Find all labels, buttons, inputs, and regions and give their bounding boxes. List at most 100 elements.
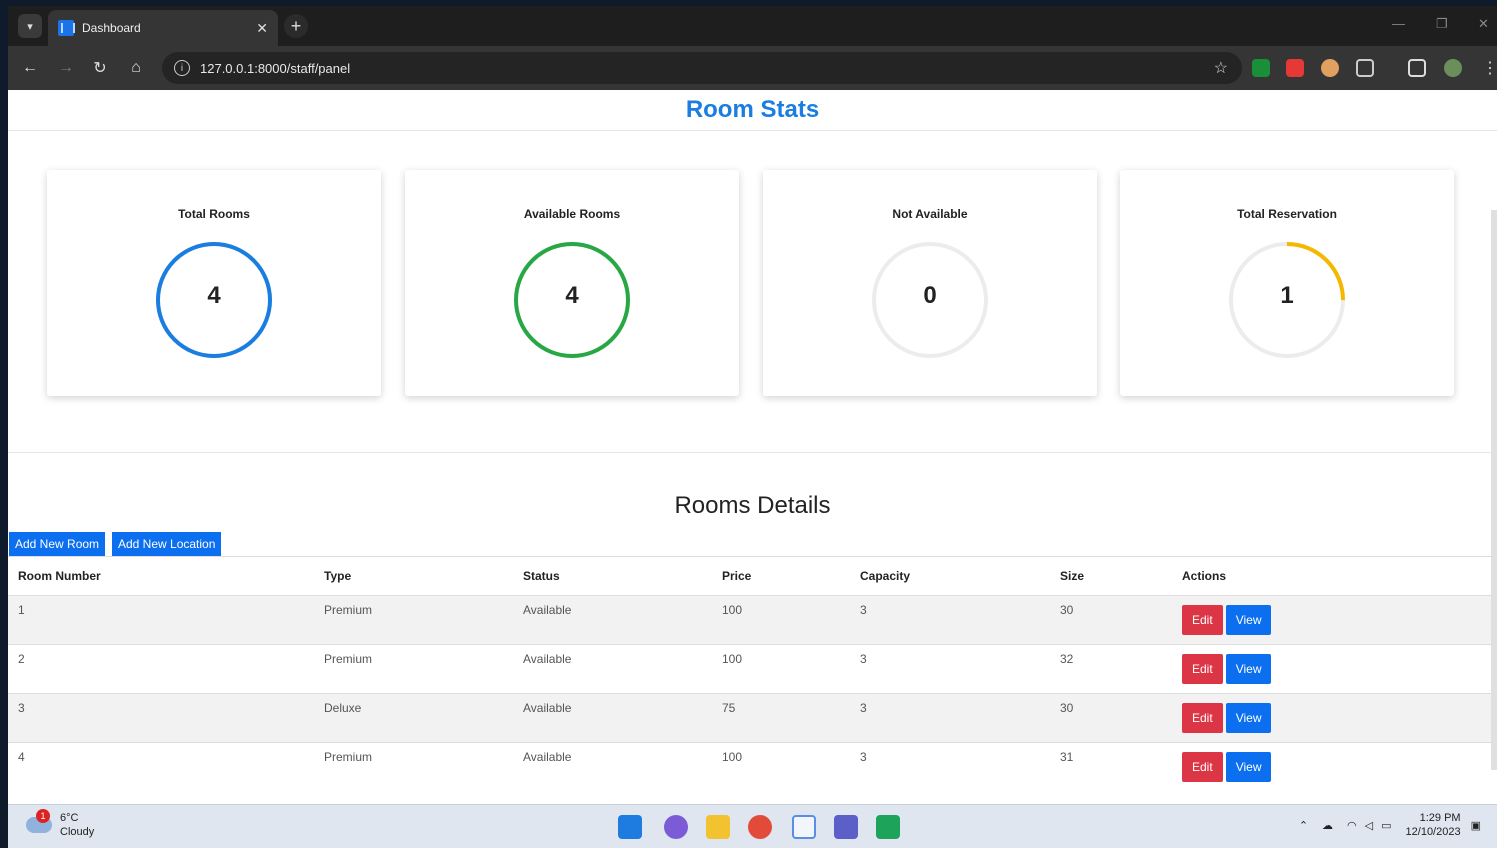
forward-icon[interactable]: → (54, 56, 78, 80)
price-cell: 100 (722, 750, 743, 764)
edit-button[interactable]: Edit (1182, 654, 1223, 684)
web-page: Room Stats Total Rooms 4 Available Rooms… (8, 90, 1497, 804)
url-text: 127.0.0.1:8000/staff/panel (200, 60, 351, 76)
edit-button[interactable]: Edit (1182, 703, 1223, 733)
room-number-cell: 3 (18, 701, 25, 715)
stat-card-value: 4 (207, 282, 221, 309)
view-button[interactable]: View (1225, 752, 1272, 782)
clock[interactable]: 1:29 PM 12/10/2023 (1406, 811, 1461, 839)
page-scrollbar[interactable] (1491, 210, 1497, 770)
status-cell: Available (523, 652, 572, 666)
red-extension-icon[interactable] (1286, 59, 1304, 77)
type-cell: Premium (324, 603, 373, 617)
wifi-icon[interactable]: ◠ (1347, 819, 1357, 832)
table-header-row: Room Number Type Status Price Capacity S… (8, 556, 1497, 595)
actions-cell: Edit View (1182, 596, 1274, 644)
pycharm-icon[interactable] (876, 815, 900, 839)
address-bar[interactable]: i 127.0.0.1:8000/staff/panel ☆ (162, 52, 1242, 84)
room-number-cell: 1 (18, 603, 25, 617)
capacity-cell: 3 (860, 750, 867, 764)
actions-cell: Edit View (1182, 743, 1274, 791)
table-row: 2 Premium Available 100 3 32 Edit View (8, 644, 1497, 693)
size-cell: 30 (1060, 603, 1074, 617)
minimize-icon[interactable]: — (1392, 16, 1405, 31)
volume-icon[interactable]: ◁ (1365, 819, 1373, 832)
tab-dashboard[interactable]: Dashboard ✕ (48, 10, 278, 46)
capacity-cell: 3 (860, 652, 867, 666)
tab-bar: ▾ Dashboard ✕ + — ❐ ✕ (8, 6, 1497, 46)
rooms-details-title: Rooms Details (674, 492, 831, 519)
home-icon[interactable]: ⌂ (124, 56, 148, 80)
tab-close-icon[interactable]: ✕ (256, 20, 268, 37)
size-cell: 30 (1060, 701, 1074, 715)
add-new-location-button[interactable]: Add New Location (112, 532, 222, 556)
size-cell: 31 (1060, 750, 1074, 764)
stat-card-value: 0 (923, 282, 937, 309)
browser-menu-icon[interactable]: ⋮ (1478, 56, 1497, 80)
divider (8, 130, 1497, 131)
extensions-puzzle-icon[interactable] (1356, 59, 1374, 77)
capacity-cell: 3 (860, 701, 867, 715)
room-number-cell: 2 (18, 652, 25, 666)
edit-button[interactable]: Edit (1182, 752, 1223, 782)
type-cell: Premium (324, 750, 373, 764)
dashboard-favicon-icon (58, 20, 75, 36)
snipping-tool-icon[interactable] (792, 815, 816, 839)
type-cell: Deluxe (324, 701, 362, 715)
stat-card-value: 4 (565, 282, 579, 309)
divider (8, 452, 1497, 453)
stat-card-available-rooms: Available Rooms 4 (405, 170, 739, 396)
side-panel-icon[interactable] (1408, 59, 1426, 77)
stat-card-not-available: Not Available 0 (763, 170, 1097, 396)
new-tab-icon[interactable]: + (284, 14, 308, 38)
file-explorer-icon[interactable] (706, 815, 730, 839)
start-windows-icon[interactable] (618, 815, 642, 839)
weather-widget[interactable]: 1 6°C Cloudy (26, 809, 95, 839)
profile-avatar-icon[interactable] (1444, 59, 1462, 77)
view-button[interactable]: View (1225, 654, 1272, 684)
edit-button[interactable]: Edit (1182, 605, 1223, 635)
weather-badge: 1 (36, 809, 50, 823)
cloud-icon: 1 (26, 809, 52, 833)
price-cell: 100 (722, 603, 743, 617)
size-cell: 32 (1060, 652, 1074, 666)
notification-icon[interactable]: ▣ (1471, 819, 1481, 832)
copilot-icon[interactable] (664, 815, 688, 839)
price-cell: 75 (722, 701, 736, 715)
weather-desc: Cloudy (60, 826, 95, 838)
stat-card-label: Total Rooms (178, 207, 250, 221)
actions-cell: Edit View (1182, 694, 1274, 742)
view-button[interactable]: View (1225, 703, 1272, 733)
tray-overflow-chevron-icon[interactable]: ⌃ (1299, 819, 1308, 832)
maximize-icon[interactable]: ❐ (1436, 16, 1448, 32)
capacity-cell: 3 (860, 603, 867, 617)
reload-icon[interactable]: ↻ (88, 56, 112, 80)
stat-card-label: Not Available (892, 207, 968, 221)
status-cell: Available (523, 701, 572, 715)
room-stats-title: Room Stats (685, 96, 820, 123)
price-cell: 100 (722, 652, 743, 666)
column-header: Actions (1182, 569, 1227, 583)
tab-search-chevron-icon[interactable]: ▾ (18, 14, 42, 38)
site-info-icon[interactable]: i (174, 60, 190, 76)
battery-icon[interactable]: ▭ (1381, 819, 1391, 832)
teams-icon[interactable] (834, 815, 858, 839)
rooms-table: Room Number Type Status Price Capacity S… (8, 556, 1497, 791)
add-new-room-button[interactable]: Add New Room (9, 532, 106, 556)
system-tray: ⌃ ☁ ◠ ◁ ▭ 1:29 PM 12/10/2023 ▣ (1299, 811, 1481, 839)
onedrive-icon[interactable]: ☁ (1322, 819, 1333, 832)
back-icon[interactable]: ← (18, 56, 42, 80)
view-button[interactable]: View (1225, 605, 1272, 635)
table-row: 1 Premium Available 100 3 30 Edit View (8, 595, 1497, 644)
close-window-icon[interactable]: ✕ (1478, 16, 1489, 32)
avatar-extension-icon[interactable] (1321, 59, 1339, 77)
drive-extension-icon[interactable] (1252, 59, 1270, 77)
weather-temp: 6°C (60, 812, 79, 824)
stat-card-label: Available Rooms (523, 207, 621, 221)
bookmark-star-icon[interactable]: ☆ (1214, 58, 1228, 78)
chrome-icon[interactable] (748, 815, 772, 839)
actions-cell: Edit View (1182, 645, 1274, 693)
table-row: 3 Deluxe Available 75 3 30 Edit View (8, 693, 1497, 742)
column-header: Room Number (18, 569, 101, 583)
room-number-cell: 4 (18, 750, 25, 764)
